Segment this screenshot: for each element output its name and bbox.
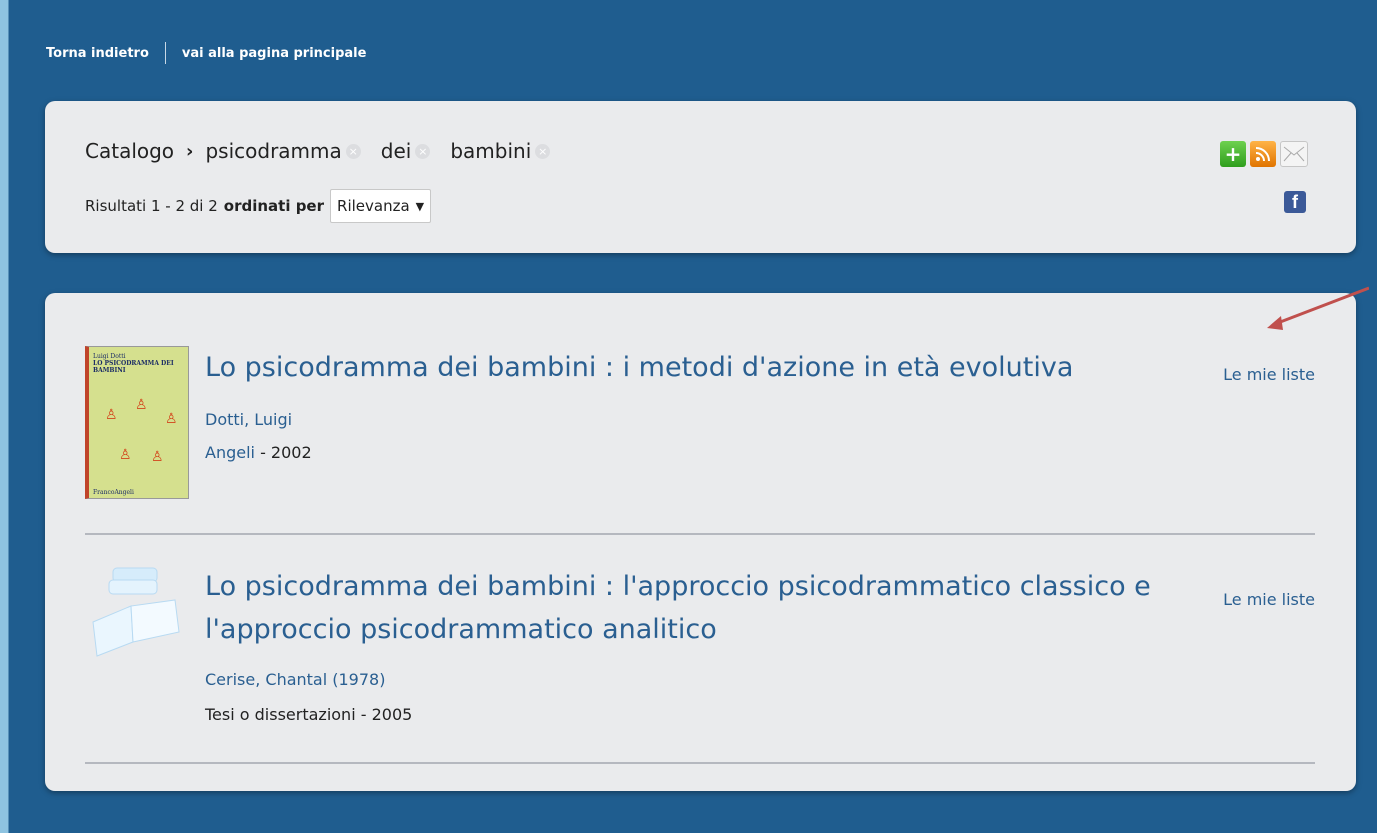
figure-icon: ♙ [165,411,178,427]
book-cover-thumbnail[interactable]: Luigi Dotti LO PSICODRAMMA DEI BAMBINI ♙… [85,346,189,499]
plus-icon[interactable]: + [1220,141,1246,167]
sort-select[interactable]: Rilevanza ▼ [330,189,432,223]
home-link[interactable]: vai alla pagina principale [182,46,367,61]
publication-year: - 2002 [254,443,312,462]
chevron-right-icon: › [186,140,194,162]
cover-text: Luigi Dotti LO PSICODRAMMA DEI BAMBINI [93,353,174,374]
author-link[interactable]: Cerise, Chantal (1978) [205,670,385,689]
result-item: Lo psicodramma dei bambini : l'approccio… [85,535,1315,764]
chevron-down-icon: ▼ [415,199,425,213]
result-title[interactable]: Lo psicodramma dei bambini : i metodi d'… [205,346,1165,389]
result-item: Luigi Dotti LO PSICODRAMMA DEI BAMBINI ♙… [85,323,1315,535]
rss-icon[interactable] [1250,141,1276,167]
results-text: Risultati 1 - 2 di 2 [85,197,218,215]
back-link[interactable]: Torna indietro [46,46,149,61]
search-term-label: bambini [450,139,532,163]
figure-icon: ♙ [151,449,164,465]
results-card: Luigi Dotti LO PSICODRAMMA DEI BAMBINI ♙… [45,293,1356,791]
publication-info: Angeli - 2002 [205,443,312,462]
result-count: Risultati 1 - 2 di 2 ordinati per Rileva… [85,189,432,223]
nav-separator [164,42,166,64]
search-term-label: psicodramma [205,139,342,163]
breadcrumb-catalog[interactable]: Catalogo [85,139,174,163]
publisher-link[interactable]: Angeli [205,443,255,462]
search-term-label: dei [380,139,412,163]
cover-publisher: FrancoAngeli [93,489,134,496]
top-nav: Torna indietro vai alla pagina principal… [46,42,366,64]
search-summary-card: Catalogo › psicodramma × dei × bambini ×… [45,101,1356,253]
mail-icon[interactable] [1280,141,1308,167]
search-term: dei × [381,139,431,163]
figure-icon: ♙ [135,397,148,413]
figure-icon: ♙ [119,447,132,463]
remove-term-icon[interactable]: × [415,143,431,159]
author-link[interactable]: Dotti, Luigi [205,410,292,429]
sort-value: Rilevanza [337,197,410,215]
figure-icon: ♙ [105,407,118,423]
search-term: psicodramma × [205,139,361,163]
remove-term-icon[interactable]: × [535,143,551,159]
sort-label: ordinati per [223,197,325,215]
share-icons: + [1220,141,1308,167]
search-term: bambini × [450,139,551,163]
my-lists-link[interactable]: Le mie liste [1223,590,1315,609]
book-placeholder-icon[interactable] [85,560,195,660]
facebook-icon[interactable]: f [1284,191,1306,213]
annotation-arrow-icon [1267,286,1369,330]
my-lists-link[interactable]: Le mie liste [1223,365,1315,384]
publication-info: Tesi o dissertazioni - 2005 [205,705,413,724]
page: Torna indietro vai alla pagina principal… [9,0,1377,833]
breadcrumb: Catalogo › psicodramma × dei × bambini × [85,139,570,163]
result-title[interactable]: Lo psicodramma dei bambini : l'approccio… [205,565,1195,651]
remove-term-icon[interactable]: × [345,143,361,159]
